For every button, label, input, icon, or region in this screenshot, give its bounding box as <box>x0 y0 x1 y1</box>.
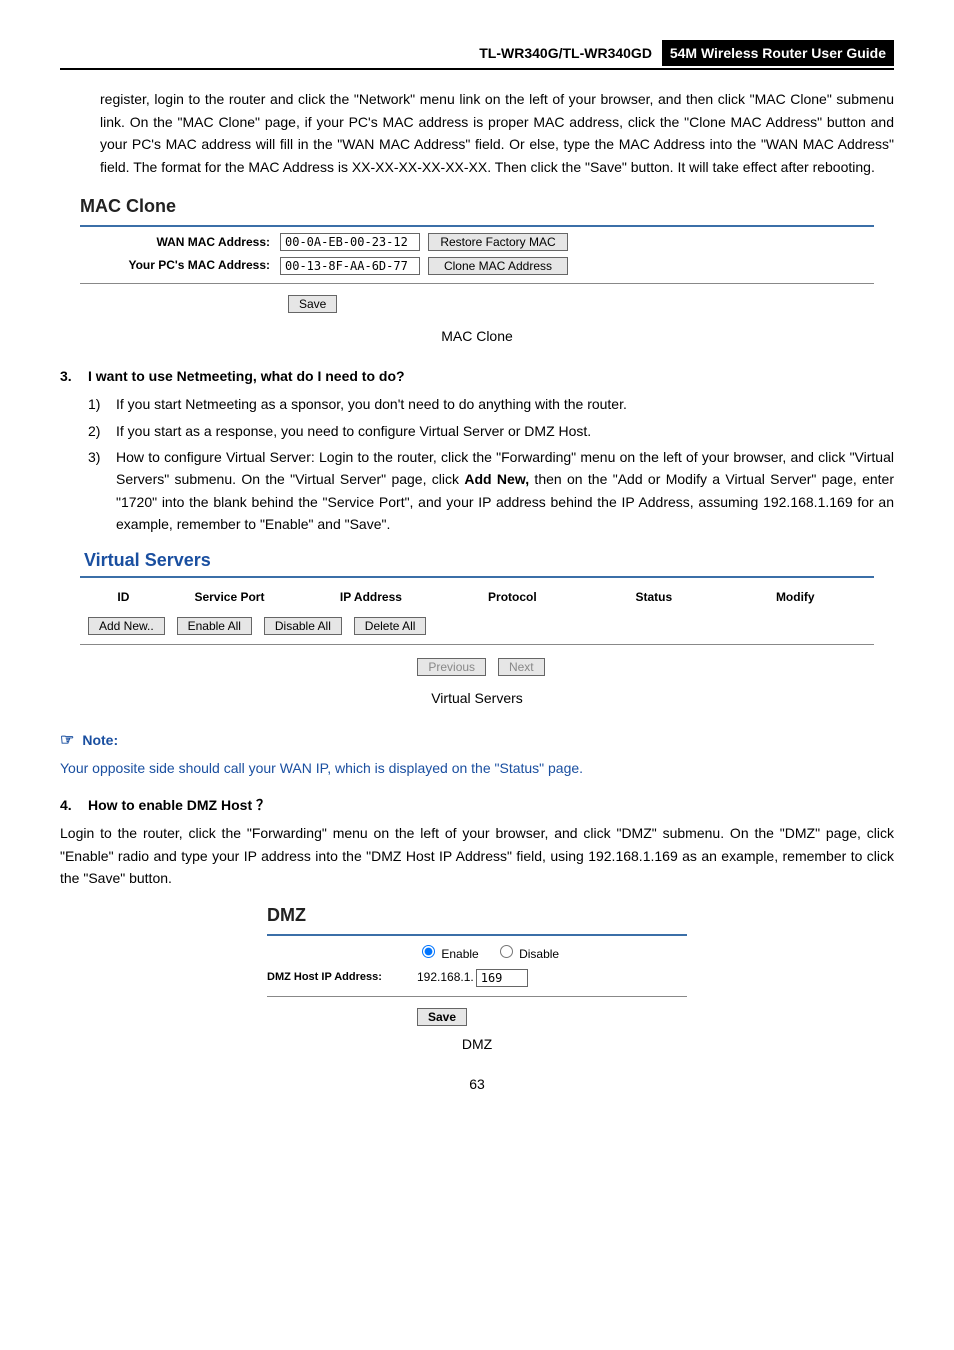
dmz-panel: DMZ Enable Disable DMZ Host IP Address: … <box>267 901 687 1027</box>
header-title: 54M Wireless Router User Guide <box>662 40 894 66</box>
divider <box>80 644 874 645</box>
dmz-save-button[interactable]: Save <box>417 1008 467 1026</box>
col-status: Status <box>583 588 724 607</box>
note-label: Note: <box>82 729 118 751</box>
col-protocol: Protocol <box>442 588 583 607</box>
mac-clone-title: MAC Clone <box>80 192 894 221</box>
pc-mac-label: Your PC's MAC Address: <box>80 256 270 275</box>
divider <box>80 225 874 227</box>
header-bar: TL-WR340G/TL-WR340GD 54M Wireless Router… <box>60 40 894 70</box>
q3-num: 3. <box>60 365 88 387</box>
virtual-servers-table-header: ID Service Port IP Address Protocol Stat… <box>88 588 866 607</box>
enable-all-button[interactable]: Enable All <box>177 617 252 635</box>
col-ip-address: IP Address <box>300 588 441 607</box>
mac-save-button[interactable]: Save <box>288 295 337 313</box>
q4-text: How to enable DMZ Host ？ <box>88 794 270 816</box>
add-new-button[interactable]: Add New.. <box>88 617 165 635</box>
q3-text: I want to use Netmeeting, what do I need… <box>88 365 405 387</box>
note-header: ☞ Note: <box>60 728 894 754</box>
divider <box>80 576 874 578</box>
dmz-caption: DMZ <box>60 1033 894 1055</box>
q3-sub-1: 1) If you start Netmeeting as a sponsor,… <box>88 393 894 415</box>
clone-mac-button[interactable]: Clone MAC Address <box>428 257 568 275</box>
hand-point-icon: ☞ <box>60 728 74 754</box>
virtual-servers-caption: Virtual Servers <box>60 687 894 709</box>
dmz-title: DMZ <box>267 901 687 930</box>
virtual-servers-title: Virtual Servers <box>84 546 894 575</box>
pc-mac-input[interactable] <box>280 257 420 275</box>
header-model: TL-WR340G/TL-WR340GD <box>479 45 652 61</box>
mac-clone-panel: WAN MAC Address: Restore Factory MAC You… <box>80 233 874 275</box>
mac-clone-caption: MAC Clone <box>60 325 894 347</box>
dmz-host-input[interactable] <box>476 969 528 987</box>
disable-radio[interactable]: Disable <box>495 942 559 964</box>
restore-factory-mac-button[interactable]: Restore Factory MAC <box>428 233 568 251</box>
question-4: 4. How to enable DMZ Host ？ <box>60 794 894 816</box>
dmz-ip-prefix: 192.168.1. <box>417 968 474 987</box>
disable-all-button[interactable]: Disable All <box>264 617 342 635</box>
col-id: ID <box>88 588 159 607</box>
col-service-port: Service Port <box>159 588 300 607</box>
note-body: Your opposite side should call your WAN … <box>60 757 894 779</box>
previous-button[interactable]: Previous <box>417 658 486 676</box>
next-button[interactable]: Next <box>498 658 545 676</box>
intro-paragraph: register, login to the router and click … <box>100 88 894 178</box>
divider <box>267 996 687 997</box>
vs-button-row: Add New.. Enable All Disable All Delete … <box>88 614 866 636</box>
col-modify: Modify <box>725 588 866 607</box>
enable-radio[interactable]: Enable <box>417 942 479 964</box>
q3-sub-3: 3) How to configure Virtual Server: Logi… <box>88 446 894 536</box>
delete-all-button[interactable]: Delete All <box>354 617 427 635</box>
wan-mac-label: WAN MAC Address: <box>80 233 270 252</box>
q4-body: Login to the router, click the "Forwardi… <box>60 822 894 889</box>
dmz-host-label: DMZ Host IP Address: <box>267 969 417 987</box>
q4-num: 4. <box>60 794 88 816</box>
divider <box>267 934 687 936</box>
wan-mac-input[interactable] <box>280 233 420 251</box>
question-3: 3. I want to use Netmeeting, what do I n… <box>60 365 894 387</box>
page-number: 63 <box>60 1073 894 1095</box>
divider <box>80 283 874 284</box>
q3-sub-2: 2) If you start as a response, you need … <box>88 420 894 442</box>
